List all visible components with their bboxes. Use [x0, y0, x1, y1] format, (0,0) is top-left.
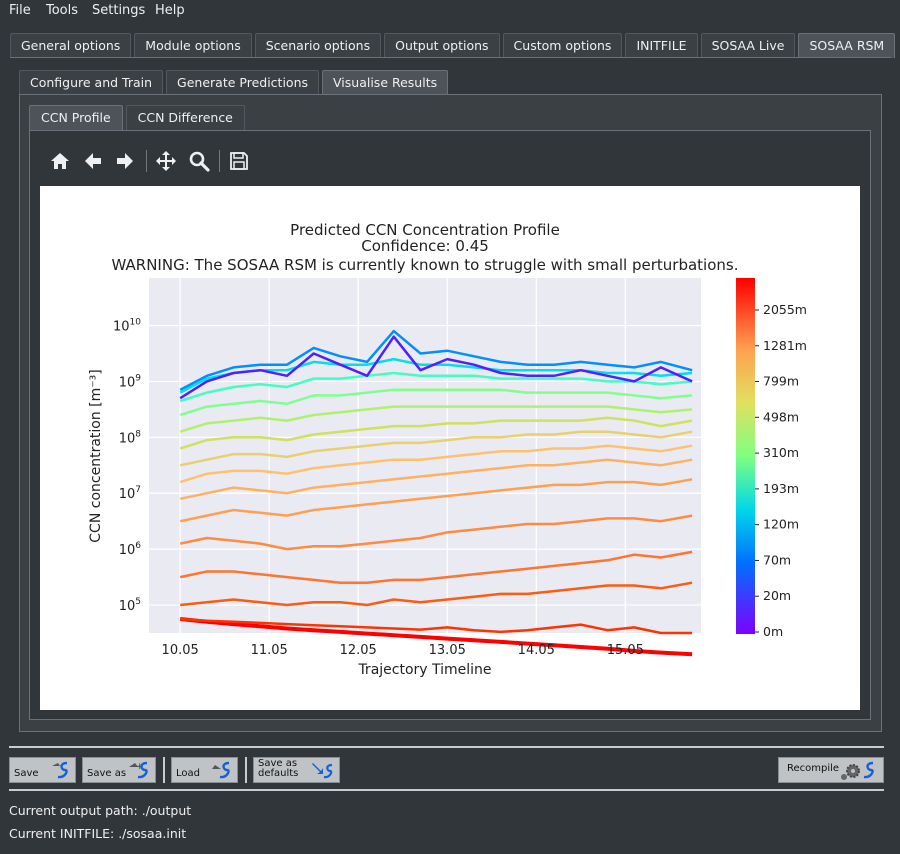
colorbar-label: 310m — [763, 445, 799, 460]
save-button-label: Save — [14, 768, 39, 779]
tab-generate-predictions[interactable]: Generate Predictions — [166, 70, 320, 95]
x-tick-label: 13.05 — [429, 643, 466, 658]
colorbar-label: 70m — [763, 552, 791, 567]
y-axis-label: CCN concentration [m⁻³] — [88, 369, 104, 542]
output-path-status: Current output path: ./output — [9, 803, 192, 818]
colorbar-label: 20m — [763, 588, 791, 603]
back-icon[interactable] — [82, 150, 104, 172]
tab-module-options[interactable]: Module options — [134, 33, 252, 58]
main-tab-underline — [10, 57, 891, 58]
menu-tools[interactable]: Tools — [46, 3, 78, 18]
toolbar-separator — [219, 150, 220, 172]
y-tick-label: 109 — [119, 373, 142, 390]
y-tick-label: 1010 — [113, 318, 141, 335]
x-axis-label: Trajectory Timeline — [357, 662, 491, 678]
tab-sosaa-rsm[interactable]: SOSAA RSM — [798, 33, 896, 58]
save-button[interactable]: Save — [9, 757, 76, 783]
tab-visualise-results[interactable]: Visualise Results — [322, 70, 449, 95]
recompile-button[interactable]: Recompile — [778, 757, 884, 783]
sosaa-logo-icon — [212, 761, 230, 779]
sosaa-logo-icon — [312, 763, 333, 779]
toolbar-separator — [146, 150, 147, 172]
save-as-button-label: Save as — [87, 768, 127, 779]
save-as-button[interactable]: Save as + — [82, 757, 156, 783]
colorbar-label: 120m — [763, 517, 799, 532]
colorbar-label: 1281m — [763, 338, 807, 353]
bottom-divider-top — [9, 746, 884, 748]
tab-general-options[interactable]: General options — [10, 33, 132, 58]
tab-ccn-profile[interactable]: CCN Profile — [29, 105, 123, 130]
tab-output-options[interactable]: Output options — [384, 33, 500, 58]
bottom-divider-bottom — [9, 789, 884, 791]
zoom-icon[interactable] — [188, 150, 210, 172]
colorbar-label: 799m — [763, 374, 799, 389]
tab-initfile[interactable]: INITFILE — [625, 33, 698, 58]
rsm-tab-bar: Configure and Train Generate Predictions… — [19, 70, 451, 95]
save-defaults-label-2: defaults — [258, 768, 299, 779]
sosaa-logo-icon — [52, 761, 68, 779]
menu-file[interactable]: File — [9, 3, 31, 18]
sosaa-logo-icon: + — [129, 761, 148, 779]
load-button[interactable]: Load — [171, 757, 238, 783]
chart-warning: WARNING: The SOSAA RSM is currently know… — [112, 256, 739, 274]
colorbar-label: 2055m — [763, 302, 807, 317]
colorbar-label: 193m — [763, 481, 799, 496]
forward-icon[interactable] — [114, 150, 136, 172]
y-tick-label: 108 — [119, 429, 142, 446]
x-tick-label: 14.05 — [518, 643, 555, 658]
tab-custom-options[interactable]: Custom options — [502, 33, 623, 58]
x-tick-label: 11.05 — [251, 643, 288, 658]
menu-settings[interactable]: Settings — [92, 3, 145, 18]
chart-subtitle: Confidence: 0.45 — [361, 237, 489, 255]
ccn-profile-figure: Predicted CCN Concentration Profile Conf… — [40, 186, 860, 710]
x-tick-label: 15.05 — [607, 643, 644, 658]
y-tick-labels: 105 106 107 108 109 1010 — [113, 318, 141, 615]
y-tick-label: 105 — [119, 597, 141, 614]
colorbar — [736, 278, 755, 634]
colorbar-labels: 0m 20m 70m 120m 193m 310m 498m 799m 1281m 2055m — [755, 302, 807, 639]
tab-scenario-options[interactable]: Scenario options — [254, 33, 382, 58]
ccn-profile-chart: Predicted CCN Concentration Profile Conf… — [88, 221, 807, 678]
vis-tab-bar: CCN Profile CCN Difference — [29, 105, 248, 130]
gears-icon — [841, 761, 874, 780]
button-separator — [245, 757, 247, 783]
load-button-label: Load — [176, 768, 200, 779]
main-tab-bar: General options Module options Scenario … — [10, 33, 898, 58]
tab-sosaa-live[interactable]: SOSAA Live — [700, 33, 796, 58]
save-figure-icon[interactable] — [228, 150, 250, 172]
y-tick-label: 106 — [119, 541, 142, 558]
x-tick-label: 12.05 — [340, 643, 377, 658]
y-tick-label: 107 — [119, 485, 141, 502]
menu-bar: File Tools Settings Help — [0, 0, 900, 22]
menu-help[interactable]: Help — [155, 3, 185, 18]
save-as-defaults-button[interactable]: Save as defaults — [253, 757, 340, 783]
colorbar-label: 0m — [763, 624, 783, 639]
tab-ccn-difference[interactable]: CCN Difference — [125, 105, 245, 130]
button-separator — [163, 757, 165, 783]
home-icon[interactable] — [49, 150, 71, 172]
tab-configure-and-train[interactable]: Configure and Train — [19, 70, 164, 95]
x-tick-label: 10.05 — [162, 643, 199, 658]
colorbar-label: 498m — [763, 409, 799, 424]
initfile-status: Current INITFILE: ./sosaa.init — [9, 826, 187, 841]
pan-icon[interactable] — [155, 150, 177, 172]
recompile-button-label: Recompile — [787, 763, 840, 774]
